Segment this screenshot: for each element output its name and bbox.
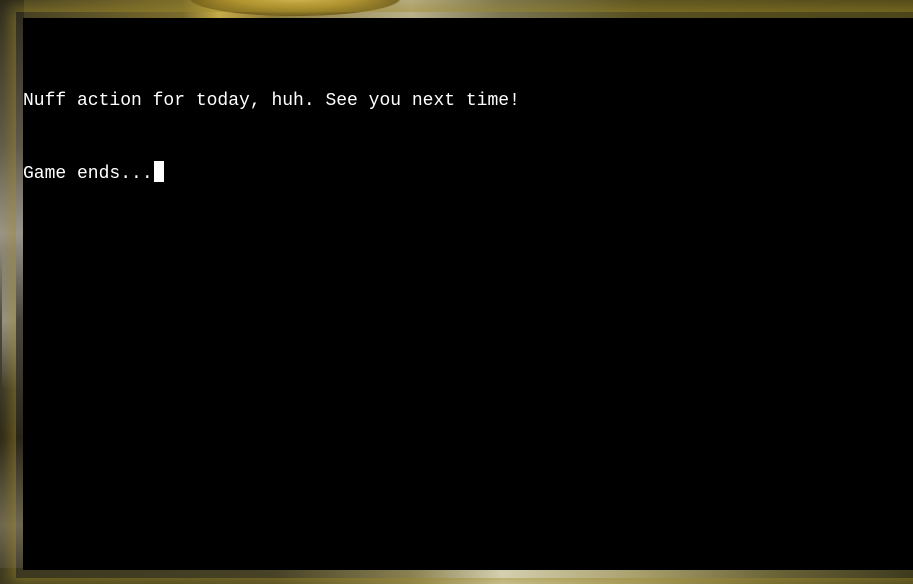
background-bottom-strip xyxy=(0,568,913,584)
background-top-strip xyxy=(0,0,913,20)
game-terminal[interactable]: Nuff action for today, huh. See you next… xyxy=(23,18,913,570)
text-cursor xyxy=(153,161,164,182)
terminal-line-text: Game ends... xyxy=(23,164,153,184)
game-page: Nuff action for today, huh. See you next… xyxy=(0,0,913,584)
terminal-line-text: Nuff action for today, huh. See you next… xyxy=(23,91,520,111)
terminal-line: Nuff action for today, huh. See you next… xyxy=(23,89,913,113)
terminal-line: Game ends... xyxy=(23,161,913,185)
background-left-highlight xyxy=(2,250,16,390)
